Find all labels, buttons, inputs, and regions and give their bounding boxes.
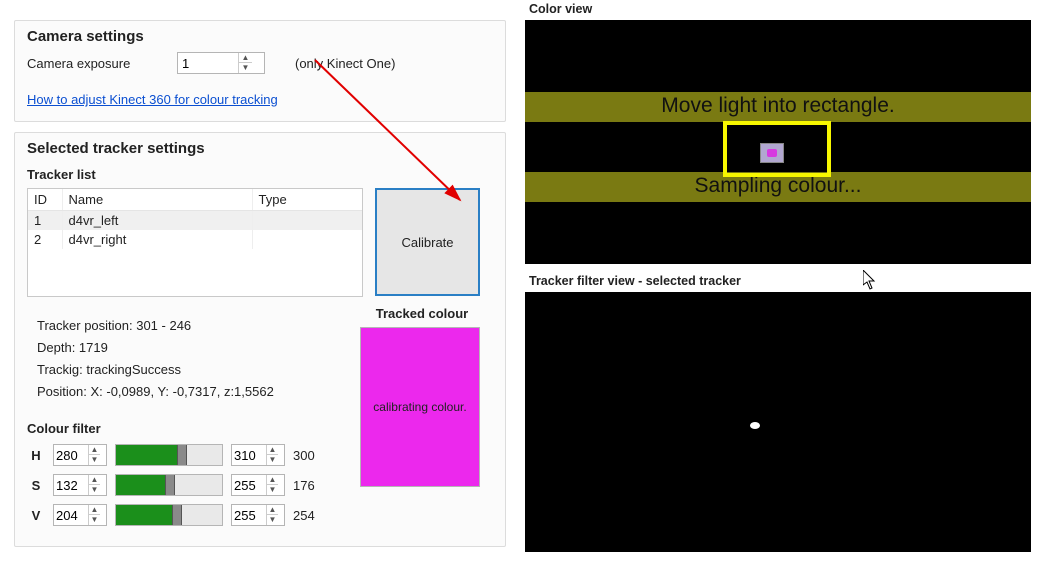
stepper-down-icon[interactable]: ▼ bbox=[267, 515, 278, 525]
colour-filter-block: Colour filter H ▲▼ ▲▼ bbox=[27, 409, 337, 534]
tracked-colour-block: Tracked colour calibrating colour. bbox=[360, 306, 484, 487]
tracked-light-core bbox=[767, 149, 777, 157]
table-row[interactable]: 1 d4vr_left bbox=[28, 211, 362, 231]
h-lo-input[interactable]: ▲▼ bbox=[53, 444, 107, 466]
stepper-up-icon[interactable]: ▲ bbox=[267, 475, 278, 485]
v-hi-field[interactable] bbox=[232, 508, 266, 523]
tracked-colour-text: calibrating colour. bbox=[373, 400, 466, 414]
s-lo-input[interactable]: ▲▼ bbox=[53, 474, 107, 496]
h-readout: 300 bbox=[293, 448, 323, 463]
filtered-point bbox=[750, 422, 760, 429]
tracked-colour-title: Tracked colour bbox=[360, 306, 484, 321]
h-slider[interactable] bbox=[115, 444, 223, 466]
h-hi-input[interactable]: ▲▼ bbox=[231, 444, 285, 466]
s-lo-stepper[interactable]: ▲▼ bbox=[88, 475, 100, 495]
h-hi-stepper[interactable]: ▲▼ bbox=[266, 445, 278, 465]
camera-exposure-input[interactable]: ▲ ▼ bbox=[177, 52, 265, 74]
stepper-down-icon[interactable]: ▼ bbox=[89, 455, 100, 465]
selected-tracker-group: Selected tracker settings Tracker list I… bbox=[14, 132, 506, 547]
table-row[interactable]: 2 d4vr_right bbox=[28, 230, 362, 249]
instruction-bottom: Sampling colour... bbox=[525, 174, 1031, 198]
s-label: S bbox=[27, 478, 45, 493]
tracked-colour-swatch: calibrating colour. bbox=[360, 327, 480, 487]
s-hi-field[interactable] bbox=[232, 478, 266, 493]
stepper-up-icon[interactable]: ▲ bbox=[89, 475, 100, 485]
h-lo-stepper[interactable]: ▲▼ bbox=[88, 445, 100, 465]
instruction-top: Move light into rectangle. bbox=[525, 94, 1031, 118]
filter-h-row: H ▲▼ ▲▼ 300 bbox=[27, 444, 337, 466]
stepper-down-icon[interactable]: ▼ bbox=[267, 455, 278, 465]
cell-name: d4vr_left bbox=[62, 211, 252, 231]
stepper-up-icon[interactable]: ▲ bbox=[89, 505, 100, 515]
v-lo-input[interactable]: ▲▼ bbox=[53, 504, 107, 526]
stepper-down-icon[interactable]: ▼ bbox=[239, 63, 252, 73]
s-slider[interactable] bbox=[115, 474, 223, 496]
left-panel: Camera settings Camera exposure ▲ ▼ (onl… bbox=[14, 20, 506, 551]
v-hi-input[interactable]: ▲▼ bbox=[231, 504, 285, 526]
camera-exposure-field[interactable] bbox=[178, 56, 238, 71]
h-label: H bbox=[27, 448, 45, 463]
col-id: ID bbox=[28, 189, 62, 211]
stepper-up-icon[interactable]: ▲ bbox=[89, 445, 100, 455]
cell-type bbox=[252, 230, 362, 249]
s-readout: 176 bbox=[293, 478, 323, 493]
filter-s-row: S ▲▼ ▲▼ 176 bbox=[27, 474, 337, 496]
tracker-list-title: Tracker list bbox=[27, 167, 493, 182]
app-root: Camera settings Camera exposure ▲ ▼ (onl… bbox=[0, 0, 1046, 571]
filter-v-row: V ▲▼ ▲▼ 254 bbox=[27, 504, 337, 526]
camera-exposure-row: Camera exposure ▲ ▼ (only Kinect One) bbox=[27, 52, 493, 74]
s-lo-field[interactable] bbox=[54, 478, 88, 493]
color-view-title: Color view bbox=[529, 2, 1031, 16]
tracker-list[interactable]: ID Name Type 1 d4vr_left bbox=[27, 188, 363, 297]
calibrate-button[interactable]: Calibrate bbox=[375, 188, 480, 296]
tracker-filter-view bbox=[525, 292, 1031, 552]
v-lo-stepper[interactable]: ▲▼ bbox=[88, 505, 100, 525]
stepper-down-icon[interactable]: ▼ bbox=[89, 515, 100, 525]
cell-type bbox=[252, 211, 362, 231]
col-name: Name bbox=[62, 189, 252, 211]
cell-id: 2 bbox=[28, 230, 62, 249]
calibrate-label: Calibrate bbox=[401, 235, 453, 250]
cursor-icon bbox=[863, 270, 877, 290]
tracker-list-area: ID Name Type 1 d4vr_left bbox=[27, 188, 493, 297]
s-hi-stepper[interactable]: ▲▼ bbox=[266, 475, 278, 495]
camera-settings-title: Camera settings bbox=[27, 28, 493, 45]
stepper-down-icon[interactable]: ▼ bbox=[89, 485, 100, 495]
v-hi-stepper[interactable]: ▲▼ bbox=[266, 505, 278, 525]
v-lo-field[interactable] bbox=[54, 508, 88, 523]
color-view: Move light into rectangle. Sampling colo… bbox=[525, 20, 1031, 264]
stepper-down-icon[interactable]: ▼ bbox=[267, 485, 278, 495]
filter-view-title: Tracker filter view - selected tracker bbox=[529, 274, 1031, 288]
exposure-stepper[interactable]: ▲ ▼ bbox=[238, 53, 252, 73]
stepper-up-icon[interactable]: ▲ bbox=[239, 53, 252, 63]
h-lo-field[interactable] bbox=[54, 448, 88, 463]
cell-name: d4vr_right bbox=[62, 230, 252, 249]
v-slider[interactable] bbox=[115, 504, 223, 526]
v-readout: 254 bbox=[293, 508, 323, 523]
h-hi-field[interactable] bbox=[232, 448, 266, 463]
stepper-up-icon[interactable]: ▲ bbox=[267, 505, 278, 515]
camera-exposure-label: Camera exposure bbox=[27, 56, 177, 71]
camera-settings-group: Camera settings Camera exposure ▲ ▼ (onl… bbox=[14, 20, 506, 122]
s-hi-input[interactable]: ▲▼ bbox=[231, 474, 285, 496]
kinect-360-link[interactable]: How to adjust Kinect 360 for colour trac… bbox=[27, 92, 278, 107]
col-type: Type bbox=[252, 189, 362, 211]
v-label: V bbox=[27, 508, 45, 523]
tracked-light-blob bbox=[760, 143, 784, 163]
tracker-list-header: ID Name Type bbox=[28, 189, 362, 211]
only-kinect-label: (only Kinect One) bbox=[295, 56, 395, 71]
stepper-up-icon[interactable]: ▲ bbox=[267, 445, 278, 455]
right-panel: Color view Move light into rectangle. Sa… bbox=[525, 0, 1031, 552]
color-band: Move light into rectangle. bbox=[525, 92, 1031, 122]
cell-id: 1 bbox=[28, 211, 62, 231]
selected-tracker-title: Selected tracker settings bbox=[27, 140, 493, 157]
colour-filter-title: Colour filter bbox=[27, 421, 337, 436]
color-band: Sampling colour... bbox=[525, 172, 1031, 202]
